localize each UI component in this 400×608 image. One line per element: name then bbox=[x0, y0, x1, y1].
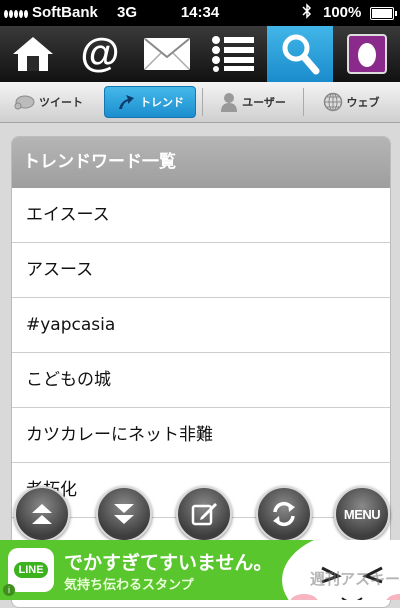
scroll-top-button[interactable] bbox=[14, 486, 70, 542]
ad-banner[interactable]: LINE でかすぎてすいません。 気持ち伝わるスタンプ 週刊アスキー bbox=[0, 540, 400, 600]
search-mode-tabs: ツイート トレンド ユーザー ウェブ bbox=[0, 82, 400, 123]
tweet-bubble-icon bbox=[13, 94, 35, 110]
compose-icon bbox=[191, 503, 217, 526]
scroll-bottom-button[interactable] bbox=[96, 486, 152, 542]
mail-icon bbox=[143, 38, 190, 70]
tab-label: トレンド bbox=[140, 96, 184, 109]
ad-info-icon[interactable]: i bbox=[3, 584, 15, 596]
nav-messages-button[interactable] bbox=[133, 26, 200, 82]
home-icon bbox=[13, 37, 54, 71]
nav-profile-button[interactable] bbox=[333, 26, 400, 82]
tab-label: ウェブ bbox=[346, 96, 380, 109]
trend-list-header: トレンドワード一覧 bbox=[12, 137, 390, 188]
nav-home-button[interactable] bbox=[0, 26, 67, 82]
tab-label: ツイート bbox=[39, 96, 83, 109]
watermark: 週刊アスキー bbox=[310, 570, 400, 588]
svg-text:@: @ bbox=[80, 33, 119, 75]
search-icon bbox=[282, 34, 320, 75]
list-icon bbox=[212, 36, 255, 72]
refresh-icon bbox=[273, 501, 295, 527]
trend-item[interactable]: カツカレーにネット非難 bbox=[12, 408, 390, 463]
trend-item[interactable]: #yapcasia bbox=[12, 298, 390, 353]
bluetooth-icon bbox=[302, 3, 312, 23]
tab-users[interactable]: ユーザー bbox=[203, 87, 303, 117]
compose-button[interactable] bbox=[176, 486, 232, 542]
profile-icon bbox=[346, 34, 387, 74]
globe-icon bbox=[323, 92, 343, 112]
tab-web[interactable]: ウェブ bbox=[304, 87, 398, 117]
trend-item[interactable]: アスース bbox=[12, 243, 390, 298]
line-logo: LINE bbox=[8, 548, 54, 592]
scroll-top-icon bbox=[32, 504, 52, 524]
line-logo-text: LINE bbox=[14, 562, 48, 578]
ad-subline: 気持ち伝わるスタンプ bbox=[64, 578, 194, 593]
tab-trends[interactable]: トレンド bbox=[104, 86, 196, 118]
battery-percent: 100% bbox=[323, 4, 362, 21]
status-bar: SoftBank 3G 14:34 100% bbox=[0, 0, 400, 26]
ad-headline: でかすぎてすいません。 bbox=[64, 552, 273, 574]
nav-search-button[interactable] bbox=[266, 26, 334, 82]
tab-label: ユーザー bbox=[242, 96, 286, 109]
trend-arrow-icon bbox=[116, 93, 136, 111]
scroll-bottom-icon bbox=[114, 504, 134, 524]
menu-button[interactable]: MENU bbox=[334, 486, 390, 542]
refresh-button[interactable] bbox=[256, 486, 312, 542]
battery-icon bbox=[370, 7, 397, 20]
tab-tweets[interactable]: ツイート bbox=[0, 87, 96, 117]
trend-item[interactable]: こどもの城 bbox=[12, 353, 390, 408]
menu-label: MENU bbox=[343, 506, 381, 522]
trend-item[interactable]: エイスース bbox=[12, 188, 390, 243]
nav-lists-button[interactable] bbox=[200, 26, 267, 82]
at-mention-icon: @ bbox=[80, 33, 119, 75]
user-icon bbox=[220, 92, 238, 112]
top-navigation: @ bbox=[0, 26, 400, 82]
nav-mentions-button[interactable]: @ bbox=[67, 26, 134, 82]
